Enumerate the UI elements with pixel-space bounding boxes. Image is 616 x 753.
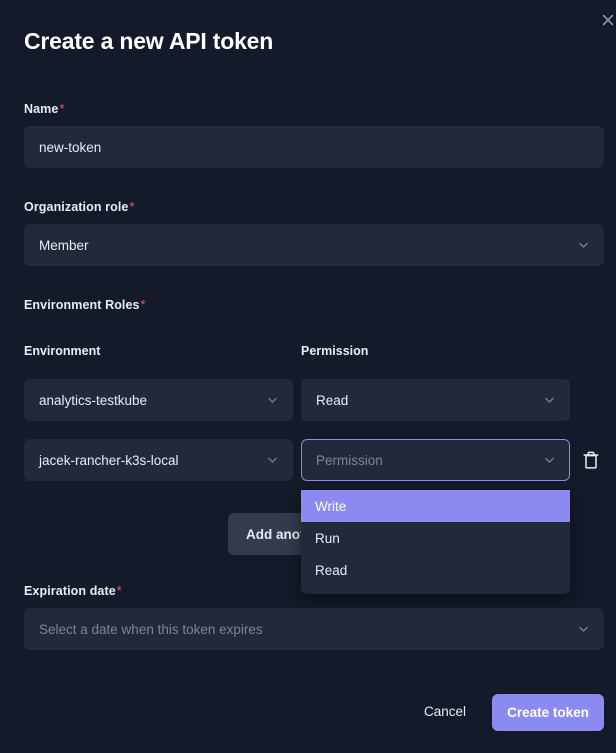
organization-role-label-text: Organization role [24,200,129,214]
chevron-down-icon [266,454,279,467]
name-input-value: new-token [39,140,101,155]
chevron-down-icon [266,394,279,407]
name-required-marker: * [59,102,64,116]
expiration-date-value: Select a date when this token expires [39,622,263,637]
name-label: Name* [24,100,64,118]
environment-value-row-1: analytics-testkube [39,393,147,408]
expiration-date-label: Expiration date* [24,582,122,600]
environment-value-row-2: jacek-rancher-k3s-local [39,453,179,468]
environment-select-row-1[interactable]: analytics-testkube [24,379,293,421]
permission-dropdown-menu: Write Run Read [301,490,570,594]
environment-roles-label-text: Environment Roles [24,298,140,312]
permission-value-row-1: Read [316,393,348,408]
page-title: Create a new API token [24,28,273,55]
permission-option-read[interactable]: Read [301,554,570,586]
environment-select-row-2[interactable]: jacek-rancher-k3s-local [24,439,293,481]
name-input[interactable]: new-token [24,126,604,168]
environment-roles-required-marker: * [141,298,146,312]
trash-icon[interactable] [579,447,603,473]
create-api-token-dialog: Create a new API token Name* new-token O… [0,0,616,753]
column-header-permission: Permission [301,344,368,358]
cancel-button[interactable]: Cancel [416,698,474,725]
column-header-environment: Environment [24,344,100,358]
chevron-down-icon [577,239,590,252]
organization-role-select[interactable]: Member [24,224,604,266]
name-label-text: Name [24,102,58,116]
organization-role-required-marker: * [130,200,135,214]
create-token-button[interactable]: Create token [492,694,604,731]
permission-select-row-1[interactable]: Read [301,379,570,421]
chevron-down-icon [577,623,590,636]
organization-role-label: Organization role* [24,198,134,216]
expiration-date-required-marker: * [117,584,122,598]
chevron-down-icon [543,394,556,407]
permission-option-write[interactable]: Write [301,490,570,522]
chevron-down-icon [543,454,556,467]
expiration-date-label-text: Expiration date [24,584,116,598]
permission-select-row-2[interactable]: Permission [301,439,570,481]
expiration-date-select[interactable]: Select a date when this token expires [24,608,604,650]
permission-value-row-2: Permission [316,453,383,468]
organization-role-value: Member [39,238,89,253]
permission-option-run[interactable]: Run [301,522,570,554]
close-icon[interactable] [597,9,616,31]
environment-roles-label: Environment Roles* [24,296,146,314]
